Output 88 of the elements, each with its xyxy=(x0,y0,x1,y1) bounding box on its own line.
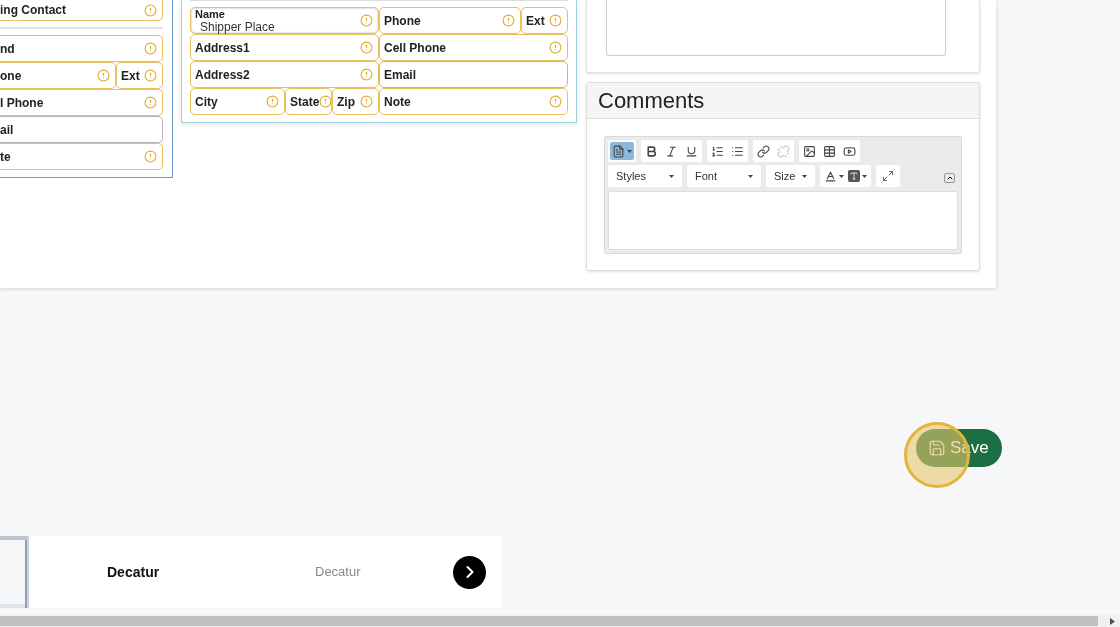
caret-icon xyxy=(802,174,807,178)
warning-icon xyxy=(144,150,157,163)
field-label: nd xyxy=(0,41,16,58)
caret-icon xyxy=(669,174,674,178)
field-label: Ext xyxy=(121,68,141,85)
warning-icon xyxy=(97,69,110,82)
link-button[interactable] xyxy=(755,142,772,160)
form-field[interactable]: Cell Phone xyxy=(379,34,568,61)
field-label: Name xyxy=(195,8,226,20)
field-label: Zip xyxy=(337,94,356,111)
form-field[interactable]: nd xyxy=(0,35,163,62)
highlight-icon xyxy=(848,170,860,182)
field-label: Note xyxy=(384,94,412,111)
field-label: Phone xyxy=(384,13,422,30)
style-dropdown[interactable]: Size xyxy=(766,165,815,187)
form-field[interactable]: Ext xyxy=(116,62,163,89)
warning-icon xyxy=(360,68,373,81)
caret-icon xyxy=(748,174,753,178)
field-label: te xyxy=(0,149,12,166)
form-field[interactable]: ail xyxy=(0,116,163,143)
field-label: Address2 xyxy=(195,67,251,84)
table-icon xyxy=(823,144,836,158)
style-dropdown[interactable]: Styles xyxy=(608,165,682,187)
warning-icon xyxy=(360,14,373,27)
form-field[interactable]: Phone xyxy=(379,7,521,34)
warning-icon xyxy=(549,95,562,108)
warning-icon xyxy=(319,95,333,108)
collapse-toolbar-icon[interactable] xyxy=(944,173,955,183)
bulleted-list-icon xyxy=(731,144,744,158)
form-field[interactable]: l Phone xyxy=(0,89,163,116)
background-color-button[interactable] xyxy=(848,170,867,182)
warning-icon xyxy=(360,95,373,108)
italic-icon xyxy=(665,144,678,158)
scroll-right-icon[interactable] xyxy=(1110,617,1115,625)
video-icon xyxy=(843,144,856,158)
form-field[interactable]: Zip xyxy=(332,88,379,115)
caret-icon xyxy=(627,149,632,153)
form-field[interactable]: Address1 xyxy=(190,34,379,61)
caret-icon xyxy=(839,174,844,178)
next-button[interactable] xyxy=(453,555,486,589)
text-color-button[interactable] xyxy=(824,169,844,183)
form-field[interactable]: one xyxy=(0,62,116,89)
text-color-icon xyxy=(824,169,837,183)
field-label: ail xyxy=(0,122,15,139)
field-value: Shipper Place xyxy=(199,20,276,33)
name-field[interactable]: Name Shipper Place xyxy=(190,7,379,34)
field-label: Ext xyxy=(526,13,546,30)
warning-icon xyxy=(549,41,562,54)
bold-icon xyxy=(645,144,658,158)
maximize-icon xyxy=(882,170,894,182)
horizontal-scrollbar[interactable] xyxy=(0,615,1120,627)
form-field[interactable]: Address2 xyxy=(190,61,379,88)
warning-icon xyxy=(144,96,157,109)
unlink-icon xyxy=(777,144,790,158)
template-icon xyxy=(612,144,625,158)
location-name: Decatur xyxy=(107,562,161,582)
field-label: State xyxy=(290,94,320,111)
field-label: Address1 xyxy=(195,40,251,57)
field-label: ing Contact xyxy=(0,2,67,19)
form-field[interactable]: Note xyxy=(379,88,568,115)
form-field[interactable]: City xyxy=(190,88,285,115)
underline-icon xyxy=(685,144,698,158)
form-field[interactable]: State xyxy=(285,88,332,115)
form-field[interactable]: ing Contact xyxy=(0,0,163,21)
field-label: l Phone xyxy=(0,95,45,112)
link-icon xyxy=(757,144,770,158)
warning-icon xyxy=(144,3,157,17)
warning-icon xyxy=(144,69,157,82)
image-icon xyxy=(803,144,816,158)
chevron-up-icon xyxy=(945,174,954,182)
field-label: Cell Phone xyxy=(384,40,447,57)
warning-icon xyxy=(144,42,157,55)
warning-icon xyxy=(360,41,373,54)
form-field[interactable]: Email xyxy=(379,61,568,88)
location-city: Decatur xyxy=(315,563,362,582)
numbered-list-icon xyxy=(711,144,724,158)
warning-icon xyxy=(502,14,515,27)
field-label: Email xyxy=(384,67,417,84)
form-field[interactable]: Ext xyxy=(521,7,568,34)
field-label: City xyxy=(195,94,219,111)
form-field[interactable]: te xyxy=(0,143,163,170)
field-label: one xyxy=(0,68,23,85)
maximize-button[interactable] xyxy=(876,165,900,187)
style-dropdown[interactable]: Font xyxy=(687,165,761,187)
caret-icon xyxy=(862,174,867,178)
warning-icon xyxy=(549,14,562,27)
card-title: Comments xyxy=(598,87,705,115)
warning-icon xyxy=(266,95,279,108)
